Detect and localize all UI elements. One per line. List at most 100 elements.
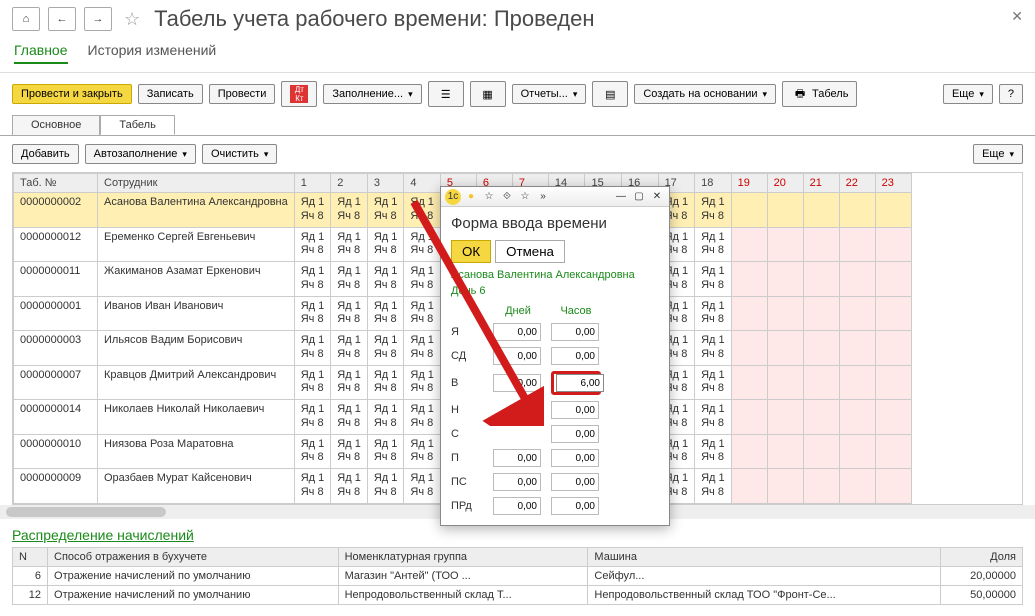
cell-day[interactable] xyxy=(731,193,767,228)
tool-icon-1[interactable]: ☰ xyxy=(428,81,464,107)
days-input[interactable] xyxy=(493,473,541,491)
cell-day[interactable]: Яд 1Яч 8 xyxy=(367,296,404,331)
post-button[interactable]: Провести xyxy=(209,84,276,104)
hours-input[interactable] xyxy=(551,401,599,419)
cell-day[interactable] xyxy=(767,193,803,228)
cell-day[interactable] xyxy=(803,331,839,366)
hours-input[interactable] xyxy=(551,473,599,491)
cell-day[interactable] xyxy=(767,262,803,297)
hours-input[interactable] xyxy=(551,323,599,341)
star-icon[interactable]: ☆ xyxy=(481,189,497,205)
days-input[interactable] xyxy=(493,449,541,467)
cell-day[interactable]: Яд 1Яч 8 xyxy=(367,400,404,435)
cell-day[interactable]: Яд 1Яч 8 xyxy=(404,434,441,469)
reports-button[interactable]: Отчеты... xyxy=(512,84,587,104)
days-input[interactable] xyxy=(493,497,541,515)
cell-day[interactable]: Яд 1Яч 8 xyxy=(294,227,331,262)
cell-day[interactable]: Яд 1Яч 8 xyxy=(294,365,331,400)
cell-day[interactable]: Яд 1Яч 8 xyxy=(331,296,368,331)
win-close-icon[interactable]: ✕ xyxy=(649,189,665,205)
write-button[interactable]: Записать xyxy=(138,84,203,104)
cell-day[interactable] xyxy=(803,227,839,262)
cell-day[interactable] xyxy=(839,262,875,297)
modal-cancel-button[interactable]: Отмена xyxy=(495,240,565,263)
cell-day[interactable]: Яд 1Яч 8 xyxy=(695,365,732,400)
tool-icon-2[interactable]: ▦ xyxy=(470,81,506,107)
cell-day[interactable] xyxy=(875,193,911,228)
cell-day[interactable]: Яд 1Яч 8 xyxy=(331,193,368,228)
add-button[interactable]: Добавить xyxy=(12,144,79,164)
cell-day[interactable] xyxy=(767,365,803,400)
cell-day[interactable]: Яд 1Яч 8 xyxy=(695,262,732,297)
cell-day[interactable] xyxy=(839,400,875,435)
star-icon[interactable]: ☆ xyxy=(124,9,140,30)
tab-main[interactable]: Главное xyxy=(14,42,68,64)
cell-day[interactable] xyxy=(731,296,767,331)
cell-day[interactable]: Яд 1Яч 8 xyxy=(294,296,331,331)
cell-day[interactable] xyxy=(767,469,803,504)
tab-history[interactable]: История изменений xyxy=(88,42,217,64)
cell-day[interactable] xyxy=(803,296,839,331)
dist-row[interactable]: 6Отражение начислений по умолчаниюМагази… xyxy=(13,566,1023,585)
cell-day[interactable] xyxy=(803,262,839,297)
cell-day[interactable] xyxy=(731,331,767,366)
cell-day[interactable]: Яд 1Яч 8 xyxy=(331,400,368,435)
cell-day[interactable]: Яд 1Яч 8 xyxy=(404,365,441,400)
cell-day[interactable] xyxy=(875,469,911,504)
cell-day[interactable] xyxy=(839,193,875,228)
hours-input[interactable] xyxy=(551,347,599,365)
cell-day[interactable]: Яд 1Яч 8 xyxy=(404,227,441,262)
win-max-icon[interactable]: ▢ xyxy=(631,189,647,205)
cell-day[interactable]: Яд 1Яч 8 xyxy=(404,331,441,366)
cell-day[interactable]: Яд 1Яч 8 xyxy=(404,469,441,504)
days-input[interactable] xyxy=(493,374,541,392)
cell-day[interactable]: Яд 1Яч 8 xyxy=(294,193,331,228)
cell-day[interactable]: Яд 1Яч 8 xyxy=(331,469,368,504)
cell-day[interactable] xyxy=(731,469,767,504)
cell-day[interactable] xyxy=(803,365,839,400)
cell-day[interactable]: Яд 1Яч 8 xyxy=(367,331,404,366)
cell-day[interactable] xyxy=(875,331,911,366)
cell-day[interactable] xyxy=(731,400,767,435)
cell-day[interactable] xyxy=(731,262,767,297)
cell-day[interactable]: Яд 1Яч 8 xyxy=(695,227,732,262)
cell-day[interactable]: Яд 1Яч 8 xyxy=(331,434,368,469)
close-icon[interactable]: ✕ xyxy=(1011,8,1023,25)
cell-day[interactable] xyxy=(767,227,803,262)
timesheet-button[interactable]: 🖶Табель xyxy=(782,81,857,107)
create-based-button[interactable]: Создать на основании xyxy=(634,84,776,104)
cell-day[interactable]: Яд 1Яч 8 xyxy=(367,262,404,297)
dtkr-button[interactable]: ДтКт xyxy=(281,81,317,107)
cell-day[interactable] xyxy=(839,296,875,331)
modal-titlebar[interactable]: 1c ● ☆ ⟐ ☆ » — ▢ ✕ xyxy=(441,187,669,207)
cell-day[interactable] xyxy=(839,469,875,504)
modal-ok-button[interactable]: ОК xyxy=(451,240,491,263)
cell-day[interactable]: Яд 1Яч 8 xyxy=(331,331,368,366)
cell-day[interactable]: Яд 1Яч 8 xyxy=(695,469,732,504)
autofill-button[interactable]: Автозаполнение xyxy=(85,144,196,164)
cell-day[interactable] xyxy=(839,434,875,469)
cell-day[interactable] xyxy=(803,400,839,435)
back-button[interactable]: ← xyxy=(48,7,76,31)
days-input[interactable] xyxy=(493,323,541,341)
cell-day[interactable]: Яд 1Яч 8 xyxy=(294,400,331,435)
cell-day[interactable] xyxy=(875,227,911,262)
home-button[interactable]: ⌂ xyxy=(12,7,40,31)
cell-day[interactable]: Яд 1Яч 8 xyxy=(331,365,368,400)
cell-day[interactable]: Яд 1Яч 8 xyxy=(695,400,732,435)
cell-day[interactable]: Яд 1Яч 8 xyxy=(404,400,441,435)
cell-day[interactable] xyxy=(875,296,911,331)
link-icon[interactable]: ⟐ xyxy=(499,189,515,205)
post-close-button[interactable]: Провести и закрыть xyxy=(12,84,132,104)
minimize-circle-icon[interactable]: ● xyxy=(463,189,479,205)
clear-button[interactable]: Очистить xyxy=(202,144,277,164)
cell-day[interactable]: Яд 1Яч 8 xyxy=(367,434,404,469)
fav-icon[interactable]: ☆ xyxy=(517,189,533,205)
cell-day[interactable] xyxy=(731,227,767,262)
cell-day[interactable]: Яд 1Яч 8 xyxy=(367,365,404,400)
cell-day[interactable]: Яд 1Яч 8 xyxy=(294,331,331,366)
hours-input[interactable] xyxy=(551,497,599,515)
subtab-timesheet[interactable]: Табель xyxy=(100,115,174,135)
cell-day[interactable] xyxy=(803,469,839,504)
forward-button[interactable]: → xyxy=(84,7,112,31)
